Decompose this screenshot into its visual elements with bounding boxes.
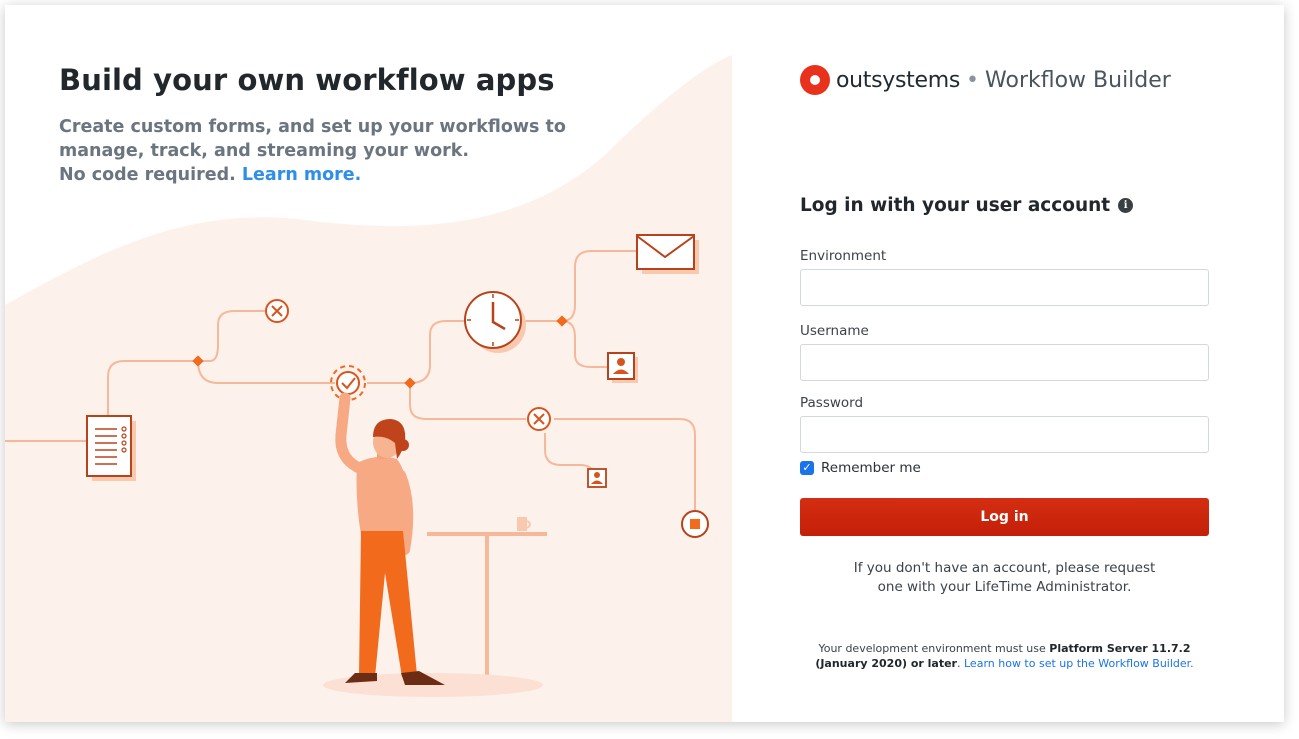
account-note-line1: If you don't have an account, please req… <box>853 560 1156 576</box>
account-note: If you don't have an account, please req… <box>800 559 1209 597</box>
login-panel: outsystems • Workflow Builder Log in wit… <box>732 5 1284 722</box>
stop-circle-icon <box>681 510 709 538</box>
brand-header: outsystems • Workflow Builder <box>800 65 1171 95</box>
footer-prefix: Your development environment must use <box>818 642 1046 655</box>
learn-more-link[interactable]: Learn more. <box>242 165 361 185</box>
promo-desc-line3-text: No code required. <box>59 165 236 185</box>
brand-separator: • <box>966 67 980 93</box>
username-input[interactable] <box>800 344 1209 381</box>
brand-product: Workflow Builder <box>985 67 1171 93</box>
promo-desc-line3: No code required. Learn more. <box>59 163 579 187</box>
password-label: Password <box>800 395 864 411</box>
promo-title: Build your own workflow apps <box>59 63 555 97</box>
username-label: Username <box>800 323 869 339</box>
close-circle-icon-2 <box>527 407 551 431</box>
footer-suffix: . <box>957 657 961 670</box>
outsystems-logo-icon <box>800 65 830 95</box>
remember-me-label: Remember me <box>821 460 921 476</box>
info-icon[interactable]: i <box>1118 198 1134 213</box>
environment-label: Environment <box>800 248 887 264</box>
document-icon <box>86 415 136 481</box>
login-heading: Log in with your user account i <box>800 195 1134 216</box>
setup-guide-link[interactable]: Learn how to set up the Workflow Builder… <box>964 657 1194 670</box>
promo-description: Create custom forms, and set up your wor… <box>59 115 579 187</box>
brand-name: outsystems <box>836 67 961 93</box>
remember-me-row[interactable]: ✓ Remember me <box>800 460 921 476</box>
envelope-icon <box>636 234 699 274</box>
login-heading-text: Log in with your user account <box>800 195 1111 216</box>
account-note-line2: one with your LifeTime Administrator. <box>877 579 1132 595</box>
workflow-illustration <box>5 55 732 722</box>
promo-desc-line1: Create custom forms, and set up your wor… <box>59 117 566 137</box>
remember-me-checkbox[interactable]: ✓ <box>800 461 814 475</box>
login-window: Build your own workflow apps Create cust… <box>5 5 1284 722</box>
promo-panel: Build your own workflow apps Create cust… <box>5 5 732 722</box>
user-card-icon-2 <box>587 468 607 488</box>
close-circle-icon <box>265 299 289 323</box>
platform-requirement-note: Your development environment must use Pl… <box>800 641 1209 671</box>
login-button[interactable]: Log in <box>800 498 1209 536</box>
environment-input[interactable] <box>800 269 1209 306</box>
password-input[interactable] <box>800 416 1209 453</box>
promo-desc-line2: manage, track, and streaming your work. <box>59 141 470 161</box>
user-card-icon <box>607 352 638 383</box>
